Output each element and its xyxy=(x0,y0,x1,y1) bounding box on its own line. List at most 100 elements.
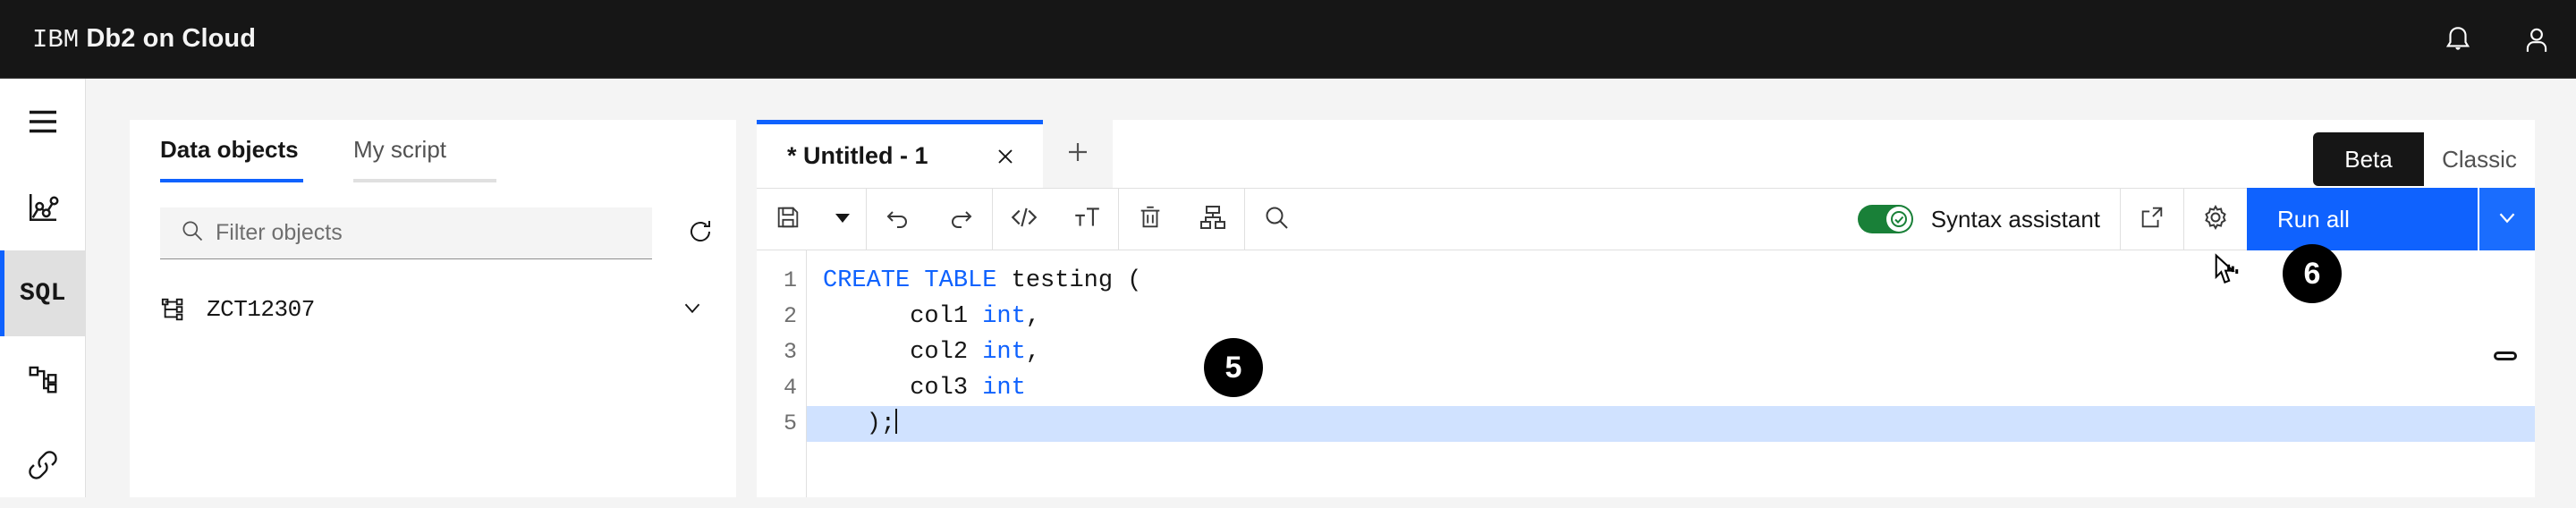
undo-button[interactable] xyxy=(867,188,929,250)
sql-editor-panel: * Untitled - 1 Syntax assistant Run all … xyxy=(757,120,2535,497)
left-navigation-rail: SQL xyxy=(0,79,86,497)
open-new-window-button[interactable] xyxy=(2121,188,2183,250)
undo-icon xyxy=(884,203,912,236)
code-line[interactable]: col3 int xyxy=(807,370,2535,406)
version-classic-label: Classic xyxy=(2442,145,2517,173)
filter-objects-field[interactable] xyxy=(160,207,652,259)
syntax-assistant-toggle-group[interactable]: Syntax assistant xyxy=(1835,188,2120,250)
line-number-gutter: 1 2 3 4 5 xyxy=(757,250,807,497)
redo-icon xyxy=(946,203,975,236)
sidebar-item-load[interactable] xyxy=(0,422,86,508)
toolbar-group-history xyxy=(867,188,992,250)
code-line[interactable]: ); xyxy=(807,406,2535,442)
refresh-icon xyxy=(686,217,715,250)
version-switch: Beta Classic xyxy=(2313,132,2535,186)
step-badge-6: 6 xyxy=(2283,244,2342,303)
tab-data-objects[interactable]: Data objects xyxy=(160,120,303,182)
toolbar-group-format xyxy=(993,188,1118,250)
text-size-button[interactable] xyxy=(1055,188,1118,250)
text-size-icon xyxy=(1072,202,1102,237)
code-text: col2 xyxy=(823,339,983,366)
editor-tab-label: * Untitled - 1 xyxy=(787,142,928,169)
tab-data-objects-label: Data objects xyxy=(160,135,299,163)
code-text: , xyxy=(1025,303,1041,330)
save-options-button[interactable] xyxy=(819,188,866,250)
schema-name: ZCT12307 xyxy=(207,296,315,323)
code-text: ); xyxy=(823,411,896,437)
new-tab-button[interactable] xyxy=(1043,120,1113,188)
version-classic-button[interactable]: Classic xyxy=(2424,132,2535,186)
sql-keyword: int xyxy=(982,339,1026,366)
step-badge-5: 5 xyxy=(1204,338,1263,397)
object-list: ZCT12307 xyxy=(130,283,736,336)
line-chart-icon xyxy=(25,190,61,225)
line-number: 5 xyxy=(783,411,797,436)
code-editor[interactable]: 1 2 3 4 5 CREATE TABLE testing ( col1 in… xyxy=(757,250,2535,497)
save-floppy-icon xyxy=(775,204,801,235)
minimap-indicator[interactable] xyxy=(2494,351,2517,360)
syntax-assistant-label: Syntax assistant xyxy=(1930,205,2100,233)
clear-button[interactable] xyxy=(1119,188,1182,250)
code-text: , xyxy=(1025,339,1041,366)
sidebar-item-sql[interactable]: SQL xyxy=(0,250,86,336)
find-button[interactable] xyxy=(1245,188,1308,250)
redo-button[interactable] xyxy=(929,188,992,250)
account-button[interactable] xyxy=(2497,0,2576,79)
sql-keyword: CREATE xyxy=(823,267,911,294)
flow-chart-icon xyxy=(1199,203,1227,236)
syntax-assistant-toggle[interactable] xyxy=(1857,205,1913,233)
top-navigation-actions xyxy=(2419,0,2576,78)
run-options-button[interactable] xyxy=(2479,188,2535,250)
sql-keyword: TABLE xyxy=(924,267,997,294)
chevron-down-icon xyxy=(2494,204,2521,235)
plus-icon xyxy=(1063,138,1092,171)
tab-my-script[interactable]: My script xyxy=(353,120,496,182)
schema-hierarchy-icon xyxy=(160,296,201,323)
code-content[interactable]: CREATE TABLE testing ( col1 int, col2 in… xyxy=(807,250,2535,497)
toolbar-group-save xyxy=(757,188,866,250)
line-number: 1 xyxy=(783,267,797,293)
line-number: 3 xyxy=(783,339,797,365)
toolbar-group-find xyxy=(1245,188,1308,250)
tab-my-script-label: My script xyxy=(353,135,446,163)
search-icon xyxy=(1262,203,1291,236)
sidebar-item-sql-label: SQL xyxy=(20,279,66,308)
line-number: 4 xyxy=(783,375,797,401)
run-all-button[interactable]: Run all xyxy=(2247,188,2478,250)
sidebar-item-menu[interactable] xyxy=(0,79,86,165)
brand-prefix: IBM xyxy=(32,24,80,55)
code-text: testing ( xyxy=(996,267,1142,294)
gear-icon xyxy=(2201,203,2230,236)
top-navigation-bar: IBM Db2 on Cloud xyxy=(0,0,2576,79)
search-icon xyxy=(160,218,216,248)
link-icon xyxy=(26,448,60,482)
refresh-objects-button[interactable] xyxy=(686,214,715,253)
data-objects-panel: Data objects My script Filter objects ZC… xyxy=(130,120,736,497)
line-number: 2 xyxy=(783,303,797,329)
sidebar-item-explore[interactable] xyxy=(0,336,86,422)
sidebar-item-monitor[interactable] xyxy=(0,165,86,250)
format-code-button[interactable] xyxy=(993,188,1055,250)
code-line[interactable]: CREATE TABLE testing ( xyxy=(807,263,2535,299)
editor-tab-untitled-1[interactable]: * Untitled - 1 xyxy=(757,120,1043,188)
code-line[interactable]: col2 int, xyxy=(807,334,2535,370)
settings-button[interactable] xyxy=(2184,188,2247,250)
version-beta-button[interactable]: Beta xyxy=(2313,132,2424,186)
notifications-button[interactable] xyxy=(2419,0,2497,79)
code-text: col1 xyxy=(823,303,983,330)
filter-objects-input[interactable] xyxy=(216,220,652,246)
chevron-down-icon[interactable] xyxy=(679,294,706,326)
code-line[interactable]: col1 int, xyxy=(807,299,2535,334)
list-item[interactable]: ZCT12307 xyxy=(130,283,736,336)
hierarchy-icon xyxy=(26,362,60,396)
mouse-cursor xyxy=(2204,250,2245,301)
close-icon[interactable] xyxy=(945,144,1018,169)
run-all-label: Run all xyxy=(2277,205,2350,233)
code-brackets-icon xyxy=(1009,202,1039,237)
visual-explain-button[interactable] xyxy=(1182,188,1244,250)
sql-keyword: int xyxy=(982,303,1026,330)
save-button[interactable] xyxy=(757,188,819,250)
trash-icon xyxy=(1137,204,1164,235)
sql-keyword: int xyxy=(982,375,1026,402)
